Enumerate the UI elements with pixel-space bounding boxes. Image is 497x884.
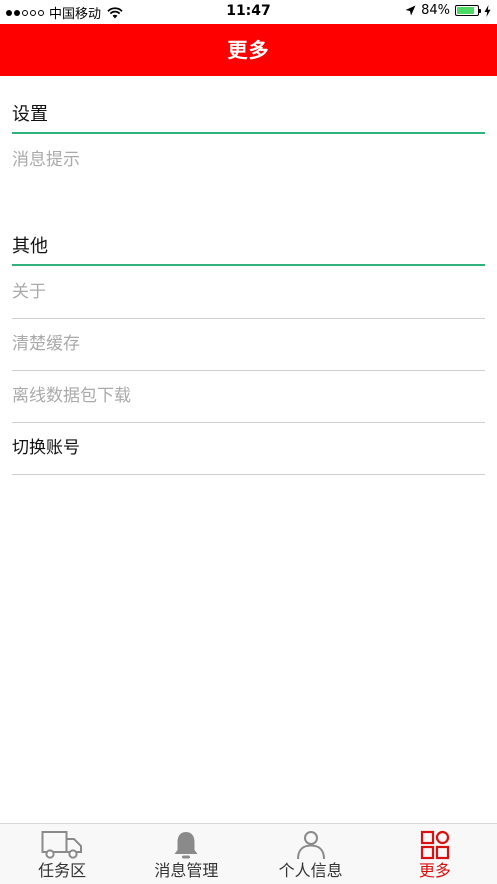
tab-label: 更多: [418, 861, 451, 880]
list-item-offline-package-download[interactable]: 离线数据包下载: [12, 371, 485, 423]
tab-more[interactable]: 更多: [373, 824, 497, 884]
person-icon: [296, 831, 325, 860]
nav-bar: 更多: [0, 24, 497, 76]
truck-icon: [41, 831, 83, 859]
page-title: 更多: [227, 38, 270, 62]
list-item-clear-cache[interactable]: 清楚缓存: [12, 319, 485, 371]
charging-bolt-icon: [484, 4, 491, 17]
list-item-switch-account[interactable]: 切换账号: [12, 423, 485, 475]
list-item-message-notification[interactable]: 消息提示: [12, 135, 485, 186]
location-arrow-icon: [405, 5, 416, 16]
bell-icon: [174, 832, 198, 859]
list-item-about[interactable]: 关于: [12, 267, 485, 319]
status-bar: 中国移动 11:47 84%: [0, 0, 497, 24]
grid-icon: [420, 830, 449, 860]
tab-task-area[interactable]: 任务区: [0, 824, 124, 884]
tab-label: 任务区: [38, 861, 87, 880]
section-header-other: 其他: [12, 230, 485, 266]
tab-label: 个人信息: [278, 861, 343, 880]
tab-bar: 任务区 消息管理 个人信息 更多: [0, 823, 497, 884]
tab-message-management[interactable]: 消息管理: [124, 824, 248, 884]
battery-percent: 84%: [421, 3, 450, 18]
section-header-settings: 设置: [12, 98, 485, 134]
battery-icon: [455, 5, 481, 16]
status-right: 84%: [405, 3, 491, 18]
battery-fill: [457, 7, 474, 14]
tab-label: 消息管理: [154, 861, 219, 880]
tab-personal-info[interactable]: 个人信息: [249, 824, 373, 884]
